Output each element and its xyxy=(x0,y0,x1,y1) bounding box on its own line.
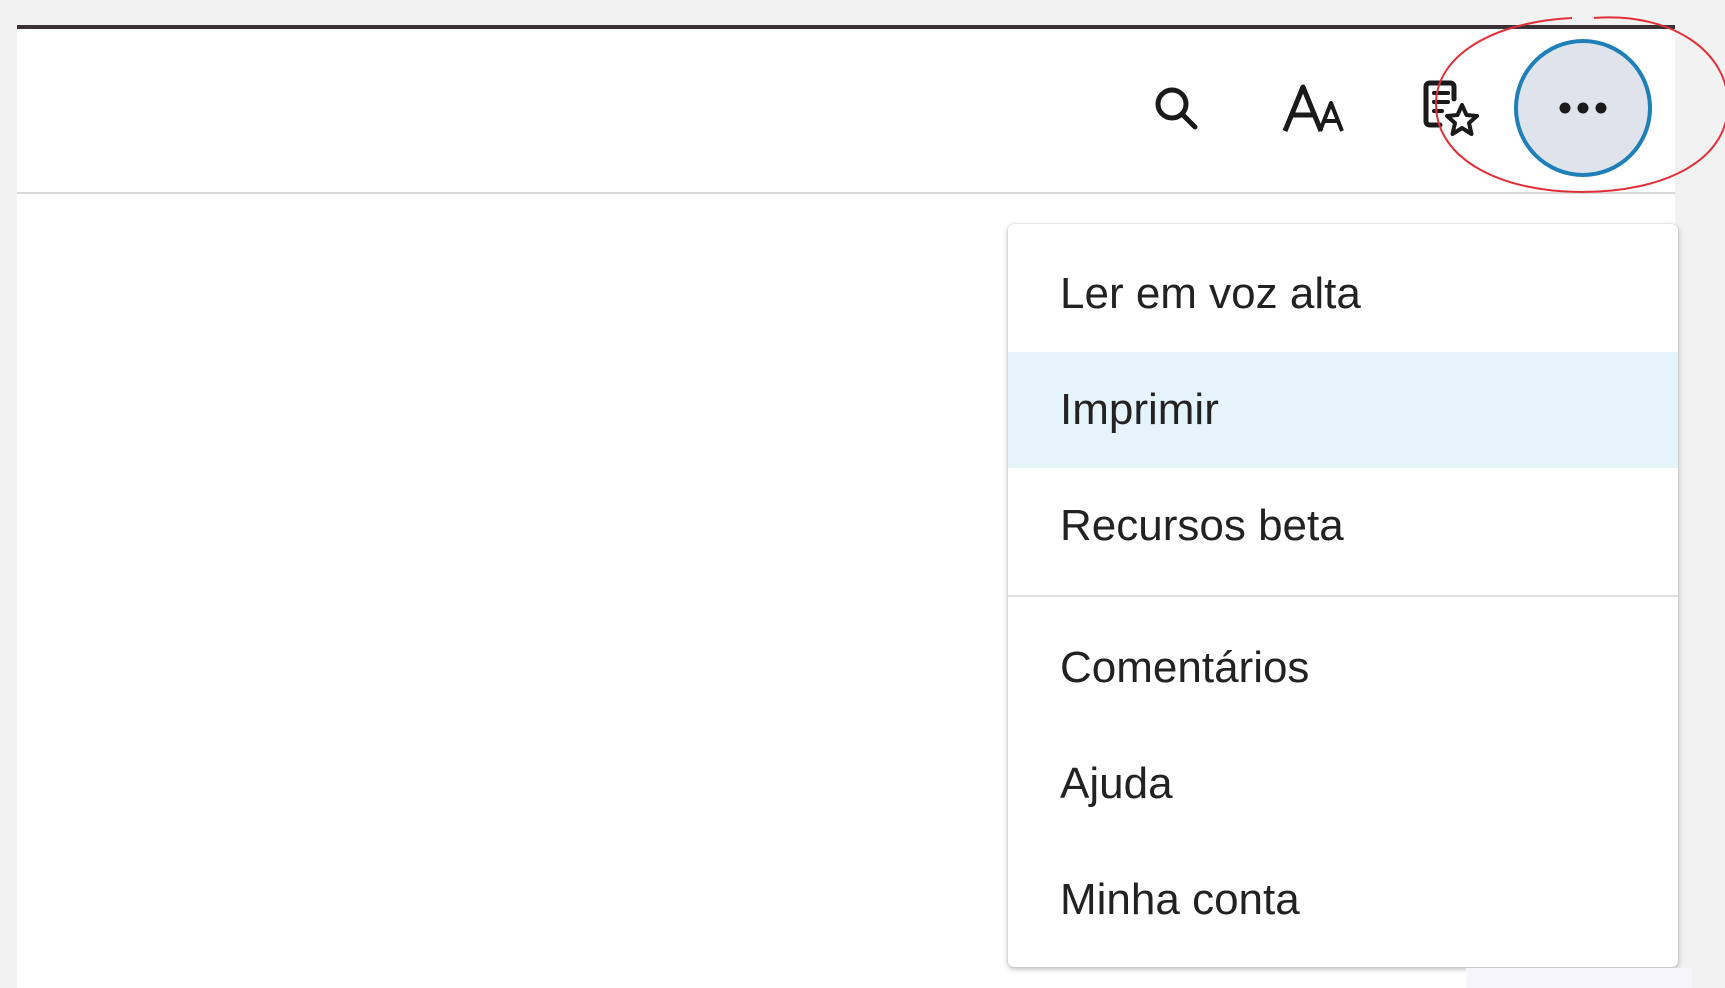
menu-divider xyxy=(1008,595,1678,597)
menu-item-feedback[interactable]: Comentários xyxy=(1008,610,1678,726)
side-panel-edge xyxy=(1466,968,1692,988)
immersive-reader-button[interactable] xyxy=(1412,69,1492,149)
text-size-icon xyxy=(1282,84,1344,132)
menu-item-print[interactable]: Imprimir xyxy=(1008,352,1678,468)
search-icon xyxy=(1155,87,1198,130)
screen: Ler em voz alta Imprimir Recursos beta C… xyxy=(0,0,1725,988)
reader-favorite-icon xyxy=(1423,80,1479,136)
more-options-button[interactable] xyxy=(1514,39,1652,177)
reader-toolbar xyxy=(17,29,1675,194)
menu-item-beta-features[interactable]: Recursos beta xyxy=(1008,468,1678,584)
text-options-button[interactable] xyxy=(1275,69,1355,149)
menu-item-my-account[interactable]: Minha conta xyxy=(1008,842,1678,958)
more-horizontal-icon xyxy=(1559,102,1607,114)
more-options-menu: Ler em voz alta Imprimir Recursos beta C… xyxy=(1008,224,1678,967)
menu-item-help[interactable]: Ajuda xyxy=(1008,726,1678,842)
search-button[interactable] xyxy=(1137,69,1217,149)
app-window: Ler em voz alta Imprimir Recursos beta C… xyxy=(17,29,1692,988)
menu-item-read-aloud[interactable]: Ler em voz alta xyxy=(1008,236,1678,352)
